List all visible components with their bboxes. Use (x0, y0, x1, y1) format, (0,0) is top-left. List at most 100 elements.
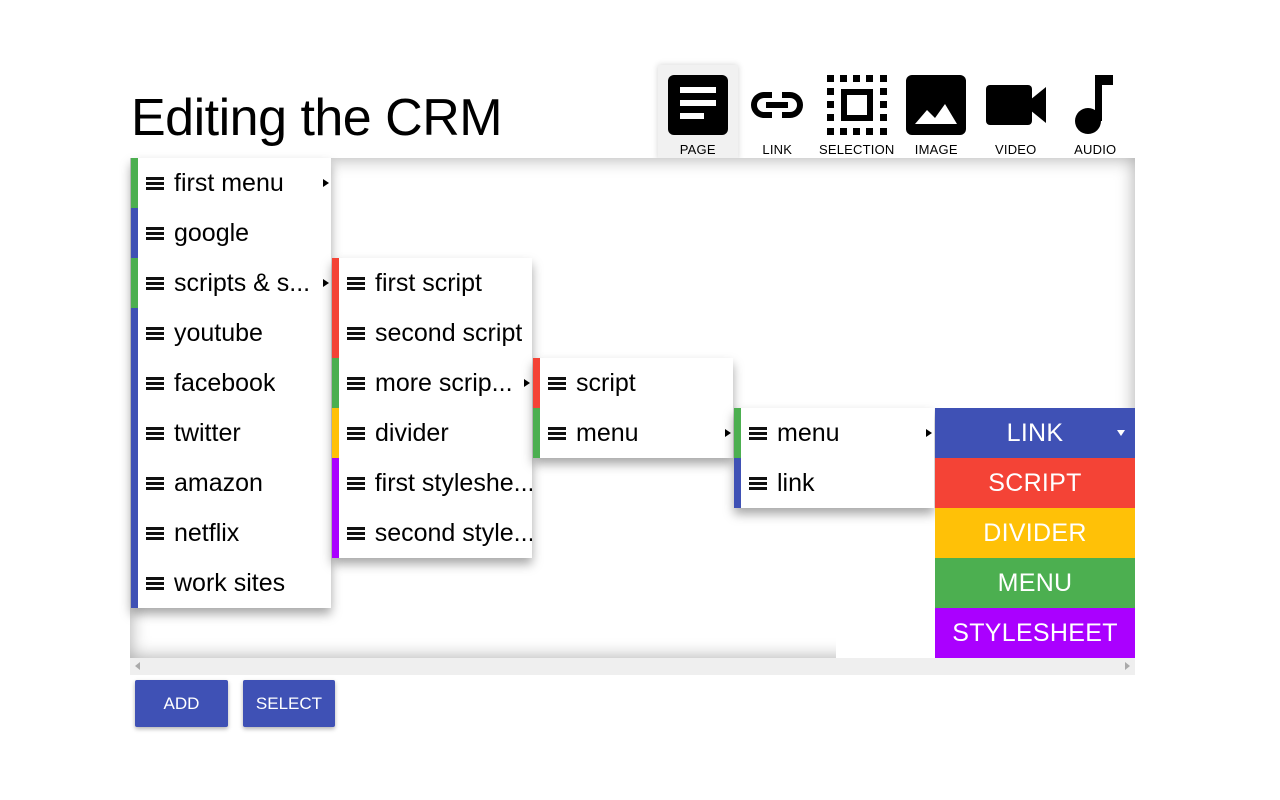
crm-node-name: netflix (174, 518, 240, 547)
content-type-label: LINK (762, 142, 793, 157)
drag-handle-icon[interactable] (347, 526, 365, 540)
crm-column-1: first menu google scripts & s... youtube fac… (131, 158, 331, 608)
drag-handle-icon[interactable] (146, 426, 164, 440)
crm-node-name: amazon (174, 468, 263, 497)
drag-handle-icon[interactable] (146, 176, 164, 190)
content-type-label: VIDEO (995, 142, 1037, 157)
crm-node[interactable]: amazon (131, 458, 331, 508)
crm-node-name: first styleshe... (374, 468, 532, 497)
expand-arrow-icon[interactable] (323, 279, 329, 287)
content-type-label: IMAGE (914, 142, 958, 157)
crm-node[interactable]: script (533, 358, 733, 408)
selection-icon (826, 75, 887, 135)
drag-handle-icon[interactable] (146, 526, 164, 540)
crm-node-name: link (777, 468, 815, 497)
content-type-audio[interactable]: AUDIO (1056, 65, 1136, 160)
add-option-divider[interactable]: DIVIDER (935, 508, 1135, 558)
crm-node[interactable]: menu (734, 408, 934, 458)
crm-node-name: divider (375, 418, 449, 447)
crm-node-name: second style... (374, 518, 532, 547)
crm-node[interactable]: scripts & s... (131, 258, 331, 308)
expand-arrow-icon[interactable] (926, 429, 932, 437)
add-option-link[interactable]: LINK (935, 408, 1135, 458)
drag-handle-icon[interactable] (548, 376, 566, 390)
add-option-label: LINK (1006, 418, 1064, 447)
select-button[interactable]: SELECT (243, 680, 335, 727)
drag-handle-icon[interactable] (146, 276, 164, 290)
crm-node-name: second script (375, 318, 523, 347)
image-icon (906, 75, 967, 135)
crm-node[interactable]: second script (332, 308, 532, 358)
crm-column-2: first script second script more scrip... di… (332, 258, 532, 558)
crm-node[interactable]: more scrip... (332, 358, 532, 408)
crm-node[interactable]: twitter (131, 408, 331, 458)
content-type-label: PAGE (679, 142, 716, 157)
drag-handle-icon[interactable] (146, 226, 164, 240)
add-option-menu[interactable]: MENU (935, 558, 1135, 608)
crm-node-name: first script (375, 268, 482, 297)
crm-node[interactable]: work sites (131, 558, 331, 608)
crm-node[interactable]: facebook (131, 358, 331, 408)
add-menu-backdrop (836, 508, 935, 658)
crm-node-name: first menu (174, 168, 284, 197)
crm-node-name: more scrip... (375, 368, 513, 397)
scroll-right-icon[interactable] (1125, 662, 1130, 670)
crm-node[interactable]: youtube (131, 308, 331, 358)
drag-handle-icon[interactable] (347, 376, 365, 390)
page-icon (667, 75, 728, 135)
expand-arrow-icon[interactable] (725, 429, 731, 437)
expand-arrow-icon[interactable] (323, 179, 329, 187)
content-type-label: SELECTION (819, 142, 895, 157)
add-option-label: STYLESHEET (952, 618, 1118, 647)
add-option-label: MENU (997, 568, 1073, 597)
dropdown-arrow-icon[interactable] (1117, 430, 1125, 436)
crm-node[interactable]: google (131, 208, 331, 258)
video-icon (985, 85, 1046, 125)
crm-node-name: menu (777, 418, 840, 447)
crm-node-name: facebook (174, 368, 276, 397)
content-type-link[interactable]: LINK (738, 65, 818, 160)
drag-handle-icon[interactable] (146, 326, 164, 340)
drag-handle-icon[interactable] (347, 276, 365, 290)
audio-icon (1075, 75, 1114, 134)
add-option-script[interactable]: SCRIPT (935, 458, 1135, 508)
content-type-image[interactable]: IMAGE (897, 65, 977, 160)
page-title: Editing the CRM (131, 89, 503, 147)
crm-node-name: script (576, 368, 636, 397)
scroll-left-icon[interactable] (135, 662, 140, 670)
drag-handle-icon[interactable] (146, 576, 164, 590)
drag-handle-icon[interactable] (347, 326, 365, 340)
content-type-page[interactable]: PAGE (658, 65, 738, 160)
add-type-menu: LINK SCRIPT DIVIDER MENU STYLESHEET (935, 408, 1135, 658)
add-option-stylesheet[interactable]: STYLESHEET (935, 608, 1135, 658)
expand-arrow-icon[interactable] (524, 379, 530, 387)
content-type-bar: PAGE LINK SELECTION IMAGE VIDEO AUDIO (658, 65, 1135, 160)
drag-handle-icon[interactable] (749, 426, 767, 440)
add-button[interactable]: ADD (135, 680, 228, 727)
crm-node-name: scripts & s... (174, 268, 311, 297)
drag-handle-icon[interactable] (347, 426, 365, 440)
crm-node[interactable]: first menu (131, 158, 331, 208)
content-type-selection[interactable]: SELECTION (817, 65, 897, 160)
drag-handle-icon[interactable] (146, 376, 164, 390)
crm-node[interactable]: first script (332, 258, 532, 308)
crm-node[interactable]: menu (533, 408, 733, 458)
crm-node-name: google (174, 218, 250, 247)
drag-handle-icon[interactable] (749, 476, 767, 490)
crm-node[interactable]: second style... (332, 508, 532, 558)
horizontal-scrollbar[interactable] (130, 658, 1135, 675)
drag-handle-icon[interactable] (548, 426, 566, 440)
add-option-label: DIVIDER (983, 518, 1087, 547)
drag-handle-icon[interactable] (146, 476, 164, 490)
crm-node[interactable]: netflix (131, 508, 331, 558)
crm-node[interactable]: first styleshe... (332, 458, 532, 508)
add-option-label: SCRIPT (988, 468, 1082, 497)
crm-column-3: script menu (533, 358, 733, 458)
content-type-video[interactable]: VIDEO (976, 65, 1056, 160)
crm-node-name: work sites (174, 568, 286, 597)
crm-node[interactable]: link (734, 458, 934, 508)
drag-handle-icon[interactable] (347, 476, 365, 490)
crm-column-4: menu link (734, 408, 934, 508)
content-type-label: AUDIO (1074, 142, 1117, 157)
crm-node[interactable]: divider (332, 408, 532, 458)
